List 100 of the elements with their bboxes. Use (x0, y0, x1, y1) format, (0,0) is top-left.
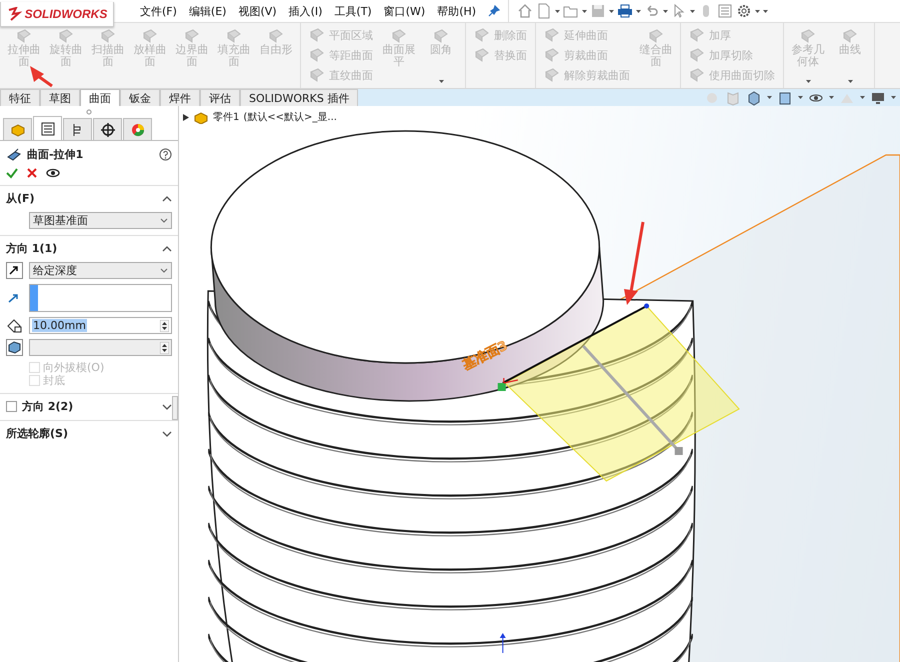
logo-text: SOLIDWORKS (24, 7, 108, 21)
menu-item[interactable]: 编辑(E) (182, 4, 232, 18)
tool-icon (226, 28, 242, 44)
tool-icon (842, 28, 858, 44)
menu-item[interactable]: 视图(V) (232, 4, 283, 18)
tool-icon (268, 28, 284, 44)
menu-item[interactable]: 帮助(H) (431, 4, 482, 18)
printer-icon[interactable] (617, 3, 634, 19)
tool-icon (184, 28, 200, 44)
caret-icon[interactable] (609, 10, 614, 12)
draft-icon[interactable] (6, 339, 23, 356)
annotation-arrow (30, 66, 53, 88)
axis-triad-icon (500, 633, 506, 653)
crosshair-icon (100, 122, 116, 138)
menu-item[interactable]: 文件(F) (134, 4, 183, 18)
feature-title: 曲面-拉伸1 (27, 147, 84, 162)
plane-label: 基准面3 (460, 338, 510, 374)
splitter-handle[interactable] (172, 396, 178, 420)
menu-item[interactable]: 插入(I) (282, 4, 328, 18)
color-wheel-icon (130, 122, 146, 138)
caret-icon[interactable] (663, 10, 668, 12)
tool-icon (58, 28, 74, 44)
section-title: 所选轮廓(S) (6, 426, 69, 441)
part-icon (10, 122, 26, 138)
caret-icon[interactable] (829, 96, 834, 99)
section-title: 方向 1(1) (6, 241, 58, 256)
collapse-icon[interactable] (162, 246, 172, 252)
eye-icon[interactable] (46, 167, 60, 179)
tool-icon (544, 67, 560, 83)
tool-icon (648, 28, 664, 44)
origin-marker-icon (498, 378, 518, 391)
part-icon (193, 110, 209, 124)
tool-icon (391, 28, 407, 44)
ok-icon[interactable] (6, 167, 18, 179)
caret-icon[interactable] (555, 10, 560, 12)
checkbox[interactable] (6, 401, 17, 412)
spinner-icon[interactable] (160, 320, 169, 332)
panel-tab[interactable] (33, 116, 62, 140)
dropdown[interactable]: 草图基准面 (29, 212, 172, 229)
help-icon[interactable] (159, 148, 172, 161)
tool-icon (142, 28, 158, 44)
tool-icon (800, 28, 816, 44)
tab[interactable]: 焊件 (160, 89, 200, 106)
tool-icon (309, 67, 325, 83)
tool-icon (100, 28, 116, 44)
tool-icon (544, 47, 560, 63)
tool-icon (689, 27, 705, 43)
expand-icon[interactable] (162, 404, 172, 410)
reverse-direction-icon[interactable] (6, 262, 23, 279)
spinner-icon[interactable] (160, 342, 169, 354)
logo-mark-icon (6, 7, 23, 21)
selection-box[interactable] (29, 284, 172, 312)
dropdown[interactable]: 给定深度 (29, 262, 172, 279)
tool-icon (544, 27, 560, 43)
close-icon[interactable] (26, 167, 38, 179)
tab[interactable]: 评估 (200, 89, 240, 106)
grip-icon[interactable] (86, 109, 92, 115)
caret-icon[interactable] (636, 10, 642, 12)
expand-arrow-icon[interactable] (183, 114, 189, 120)
tool-icon (309, 27, 325, 43)
collapse-icon[interactable] (162, 196, 172, 202)
tool-icon (689, 67, 705, 83)
surface-extrude-icon (6, 148, 22, 162)
tab[interactable]: 曲面 (80, 89, 120, 106)
tab[interactable]: 草图 (40, 89, 80, 106)
menu-item[interactable]: 窗口(W) (378, 4, 432, 18)
panel-tab[interactable] (93, 118, 122, 140)
dropdown-caret-icon[interactable] (160, 268, 168, 273)
home-icon[interactable] (517, 3, 534, 19)
expand-icon[interactable] (162, 430, 172, 436)
depth-field[interactable]: 10.00mm (29, 317, 172, 334)
caret-icon[interactable] (798, 96, 803, 99)
menu-item[interactable]: 工具(T) (328, 4, 378, 18)
caret-icon[interactable] (582, 10, 588, 12)
depth-icon (6, 318, 23, 333)
settings-icon[interactable] (736, 3, 752, 19)
tab[interactable]: 钣金 (120, 89, 160, 106)
tool-icon (433, 28, 449, 44)
section-title: 从(F) (6, 191, 36, 206)
caret-icon[interactable] (891, 96, 896, 99)
tool-icon (689, 47, 705, 63)
box-view-icon[interactable] (777, 90, 793, 106)
section-title: 方向 2(2) (22, 399, 74, 414)
caret-icon[interactable] (767, 96, 772, 99)
caret-icon[interactable] (860, 96, 865, 99)
draft-angle-field[interactable] (29, 339, 172, 356)
panel-tab[interactable] (63, 118, 92, 140)
pin-icon[interactable] (488, 5, 500, 17)
tool-icon (474, 27, 490, 43)
tab[interactable]: 特征 (0, 89, 40, 106)
tool-icon (474, 47, 490, 63)
tool-icon (309, 47, 325, 63)
tab[interactable]: SOLIDWORKS 插件 (240, 89, 358, 106)
dropdown-caret-icon[interactable] (160, 218, 168, 223)
tool-icon (16, 28, 32, 44)
caret-icon[interactable] (690, 10, 696, 12)
endpoint-marker (644, 304, 650, 308)
tree-config-text: (默认<<默认>_显... (243, 111, 337, 124)
property-list-icon (40, 120, 56, 136)
tree-item[interactable]: 零件1 (213, 110, 240, 124)
